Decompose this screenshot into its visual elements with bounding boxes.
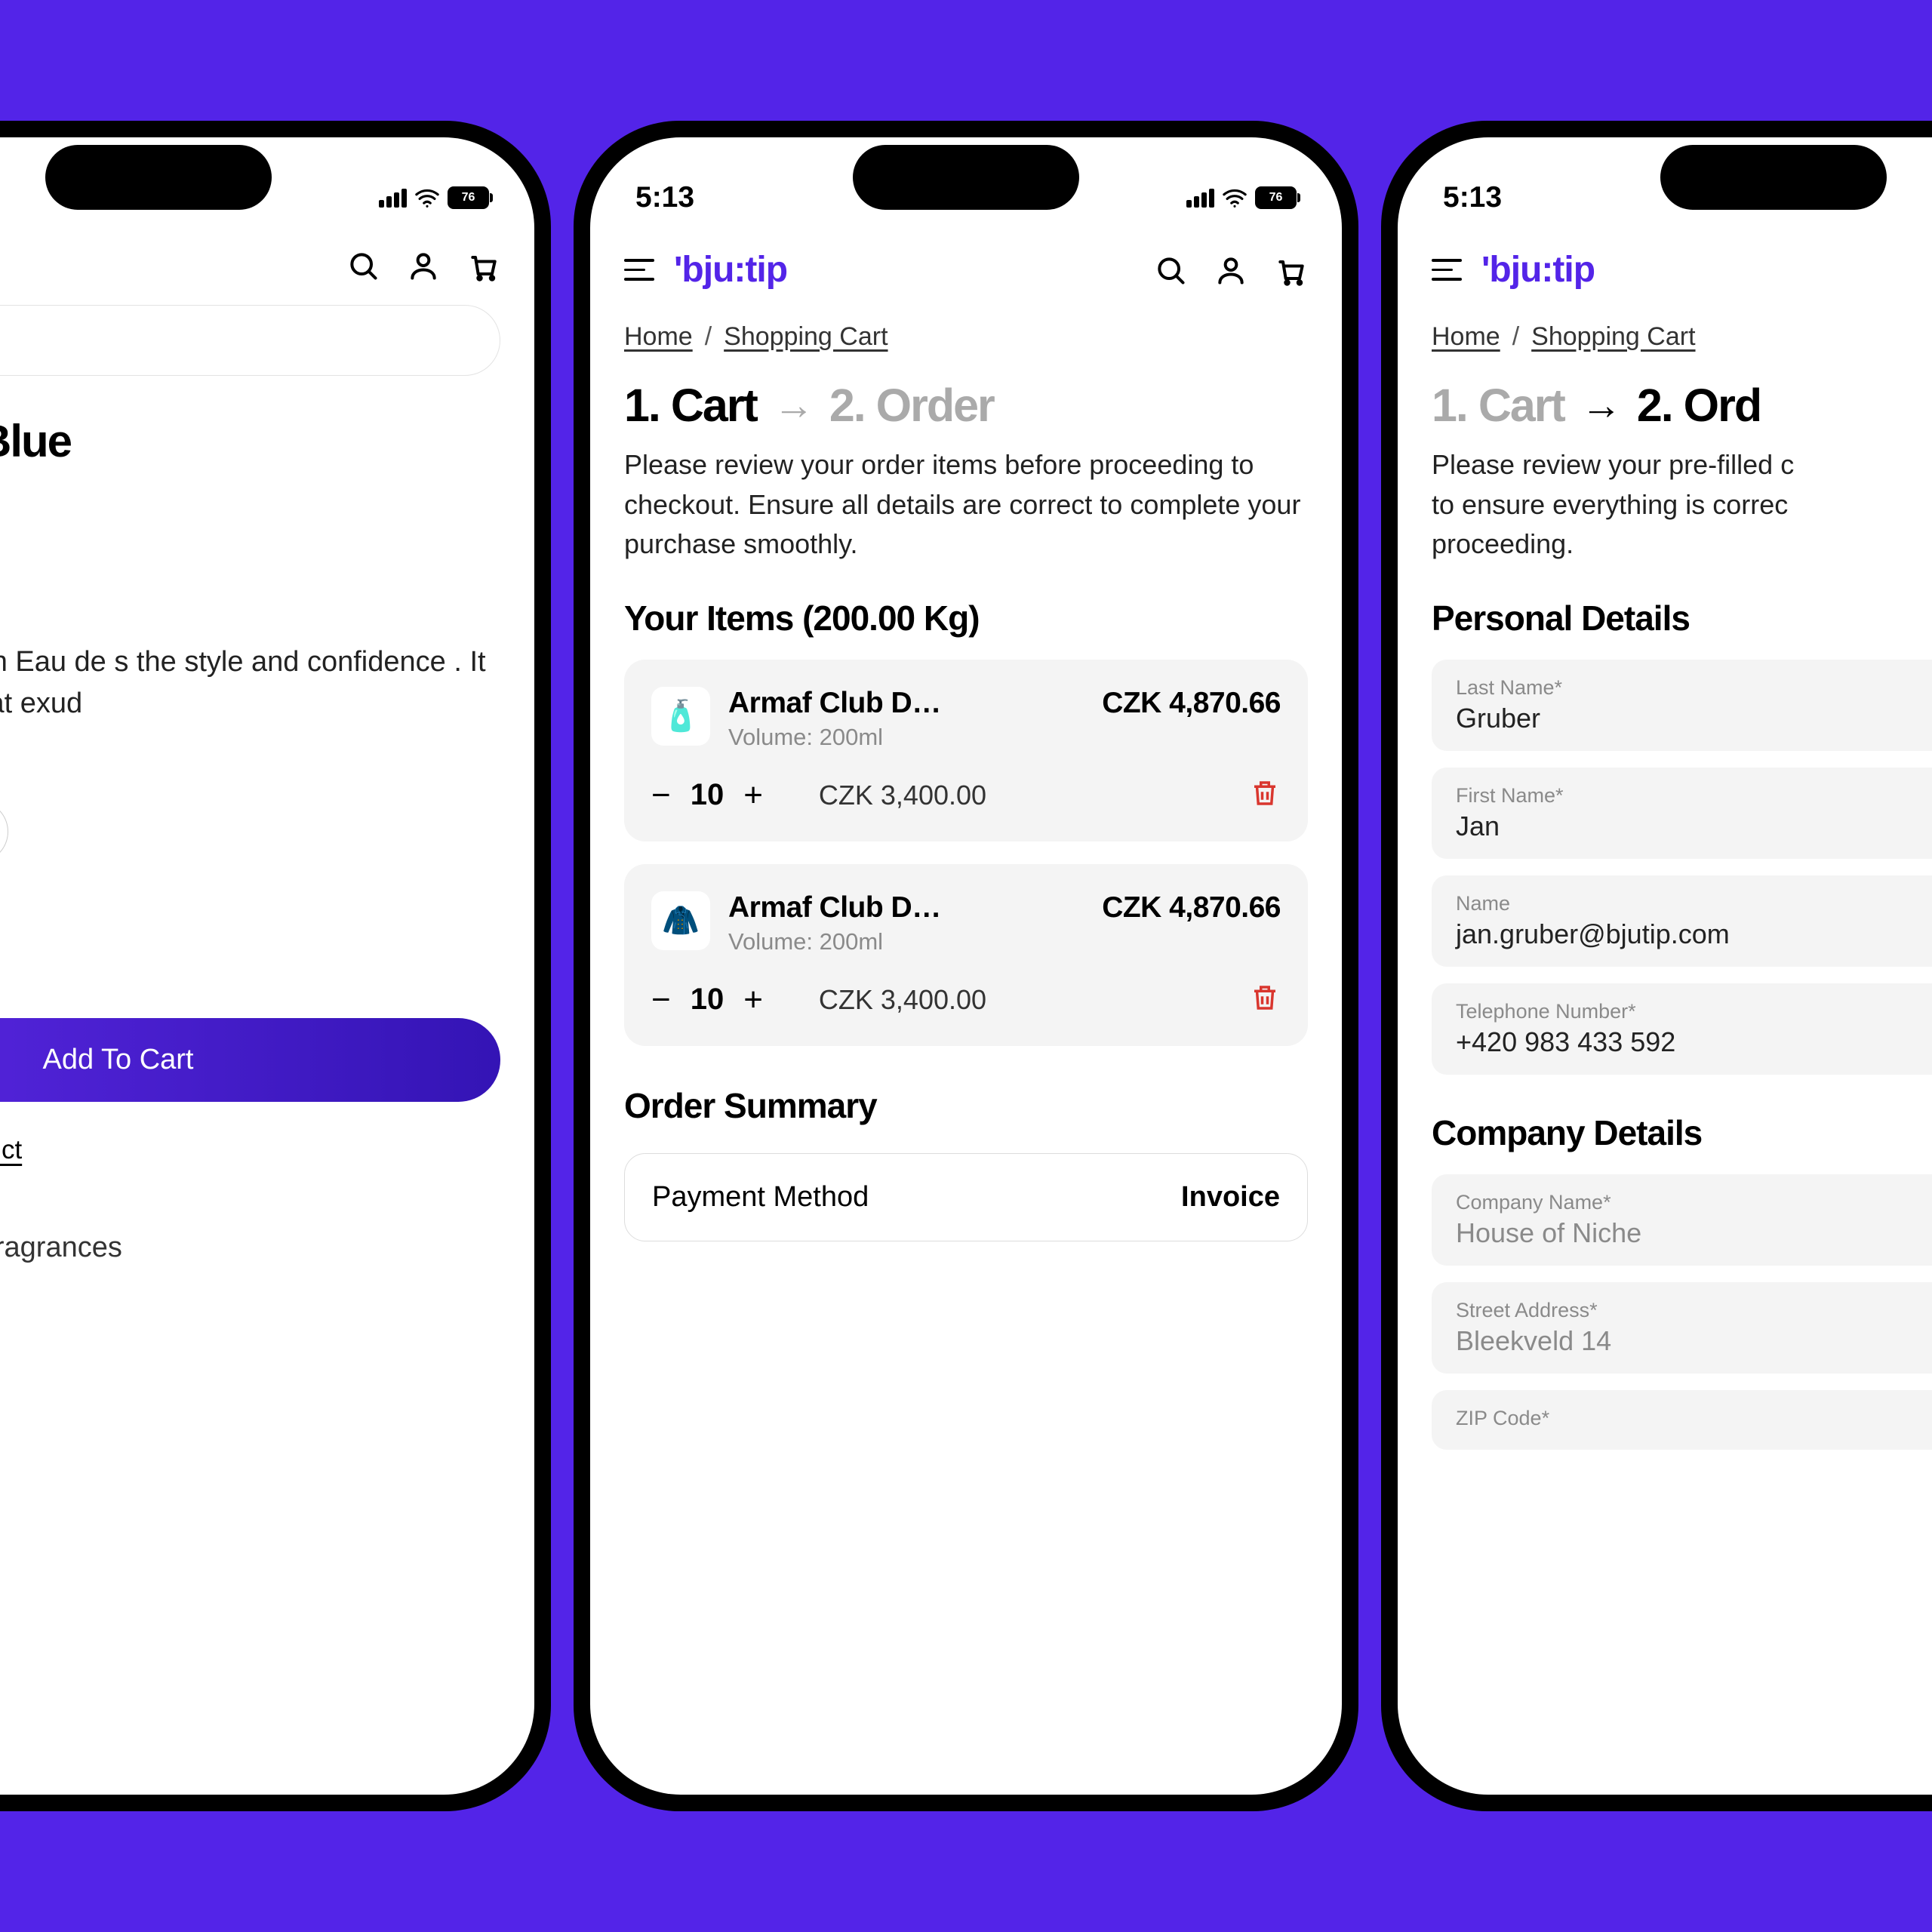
checkout-steps: 1. Cart → 2. Order xyxy=(624,379,1308,445)
checkout-steps: 1. Cart → 2. Ord xyxy=(1432,379,1932,445)
breadcrumb: Home / Shopping Cart xyxy=(624,313,1308,379)
qty-value: 10 xyxy=(691,778,724,812)
logo[interactable]: 'bju:tip xyxy=(1481,249,1595,291)
product-thumb: 🧥 xyxy=(651,891,710,950)
product-title: b De Nuit Blue xyxy=(0,406,500,485)
breadcrumb: Home / Shopping Cart xyxy=(1432,313,1932,379)
cart-item: 🧥 Armaf Club De… Volume: 200ml CZK 4,870… xyxy=(624,864,1308,1046)
item-total: CZK 4,870.66 xyxy=(1102,687,1281,720)
old-price: 00 xyxy=(0,954,500,1018)
dynamic-island xyxy=(1660,145,1887,210)
dynamic-island xyxy=(853,145,1079,210)
payment-method-label: Payment Method xyxy=(652,1181,869,1214)
menu-icon[interactable] xyxy=(1432,259,1462,281)
search-box[interactable] xyxy=(0,305,500,376)
app-header: 'bju:tip xyxy=(624,228,1308,313)
product-title-line2 xyxy=(0,485,500,571)
battery-icon: 76 xyxy=(1255,186,1297,209)
qty-minus[interactable]: − xyxy=(651,777,671,814)
step-cart: 1. Cart xyxy=(1432,379,1564,432)
order-summary: Payment Method Invoice xyxy=(624,1153,1308,1241)
delete-button[interactable] xyxy=(1249,777,1281,813)
company-name-field[interactable]: Company Name*House of Niche xyxy=(1432,1174,1932,1266)
trash-icon xyxy=(1249,982,1281,1014)
dynamic-island xyxy=(45,145,272,210)
step-order: 2. Ord xyxy=(1637,379,1761,432)
zip-field[interactable]: ZIP Code* xyxy=(1432,1390,1932,1450)
trash-icon xyxy=(1249,777,1281,809)
status-time: 5:13 xyxy=(1443,181,1502,214)
user-icon[interactable] xyxy=(407,249,440,282)
arrow-icon: → xyxy=(774,382,813,429)
cart-item: 🧴 Armaf Club De… Volume: 200ml CZK 4,870… xyxy=(624,660,1308,841)
company-heading: Company Details xyxy=(1432,1091,1932,1174)
item-volume: Volume: 200ml xyxy=(728,720,955,751)
menu-icon[interactable] xyxy=(624,259,654,281)
personal-heading: Personal Details xyxy=(1432,598,1932,660)
battery-icon: 76 xyxy=(448,186,489,209)
last-name-field[interactable]: Last Name*Gruber xyxy=(1432,660,1932,751)
app-header: 'bju:tip xyxy=(1432,228,1932,313)
volume-pill[interactable]: 50 ml xyxy=(0,801,8,863)
qty-minus[interactable]: − xyxy=(651,981,671,1019)
intro-text: Please review your order items before pr… xyxy=(624,445,1308,598)
qty-stepper: − 10 + xyxy=(651,981,763,1019)
qty-plus[interactable]: + xyxy=(743,981,763,1019)
arrow-icon: → xyxy=(1581,382,1620,429)
payment-method-value: Invoice xyxy=(1181,1181,1280,1214)
delete-button[interactable] xyxy=(1249,982,1281,1017)
phone-cart: 5:13 76 'bju:tip Home / xyxy=(574,121,1358,1811)
volume-options: 00 ml 50 ml xyxy=(0,801,500,905)
product-thumb: 🧴 xyxy=(651,687,710,746)
crumb-cart[interactable]: Shopping Cart xyxy=(1531,322,1695,352)
app-header xyxy=(0,228,500,305)
wifi-icon xyxy=(1222,185,1247,211)
wifi-icon xyxy=(414,185,440,211)
crumb-home[interactable]: Home xyxy=(1432,322,1500,352)
cart-icon[interactable] xyxy=(1275,254,1308,287)
summary-heading: Order Summary xyxy=(624,1069,1308,1147)
phone-field[interactable]: Telephone Number*+420 983 433 592 xyxy=(1432,983,1932,1075)
search-icon[interactable] xyxy=(346,249,380,282)
intro-text: Please review your pre-filled cto ensure… xyxy=(1432,445,1932,598)
phone-product: 76 b De Nuit Blue ability: In Stock t Bl… xyxy=(0,121,551,1811)
crumb-home[interactable]: Home xyxy=(624,322,693,352)
signal-icon xyxy=(379,189,407,208)
price: 00 xyxy=(0,905,500,954)
cart-icon[interactable] xyxy=(467,249,500,282)
crumb-cart[interactable]: Shopping Cart xyxy=(724,322,888,352)
logo[interactable]: 'bju:tip xyxy=(674,249,787,291)
search-icon[interactable] xyxy=(1154,254,1187,287)
phone-order: 5:13 'bju:tip Home / Shopping Cart 1. Ca… xyxy=(1381,121,1932,1811)
tagline: on of Premium Fragrances xyxy=(0,1232,500,1264)
email-field[interactable]: Namejan.gruber@bjutip.com xyxy=(1432,875,1932,967)
items-heading: Your Items (200.00 Kg) xyxy=(624,598,1308,660)
unit-price: CZK 3,400.00 xyxy=(819,780,986,811)
availability: ability: In Stock xyxy=(0,571,500,641)
street-field[interactable]: Street Address*Bleekveld 14 xyxy=(1432,1282,1932,1374)
product-description: t Blue Iconic is an Eau de s the style a… xyxy=(0,641,500,801)
step-cart: 1. Cart xyxy=(624,379,757,432)
user-icon[interactable] xyxy=(1214,254,1247,287)
step-order: 2. Order xyxy=(829,379,994,432)
ask-question-link[interactable]: estion about product xyxy=(0,1135,500,1232)
qty-stepper: − 10 + xyxy=(651,777,763,814)
item-total: CZK 4,870.66 xyxy=(1102,891,1281,924)
add-to-cart-button[interactable]: Add To Cart xyxy=(0,1018,500,1102)
status-time: 5:13 xyxy=(635,181,694,214)
item-name: Armaf Club De… xyxy=(728,891,955,924)
qty-value: 10 xyxy=(691,983,724,1017)
signal-icon xyxy=(1186,189,1214,208)
first-name-field[interactable]: First Name*Jan xyxy=(1432,768,1932,859)
unit-price: CZK 3,400.00 xyxy=(819,984,986,1016)
item-name: Armaf Club De… xyxy=(728,687,955,720)
item-volume: Volume: 200ml xyxy=(728,924,955,955)
qty-plus[interactable]: + xyxy=(743,777,763,814)
